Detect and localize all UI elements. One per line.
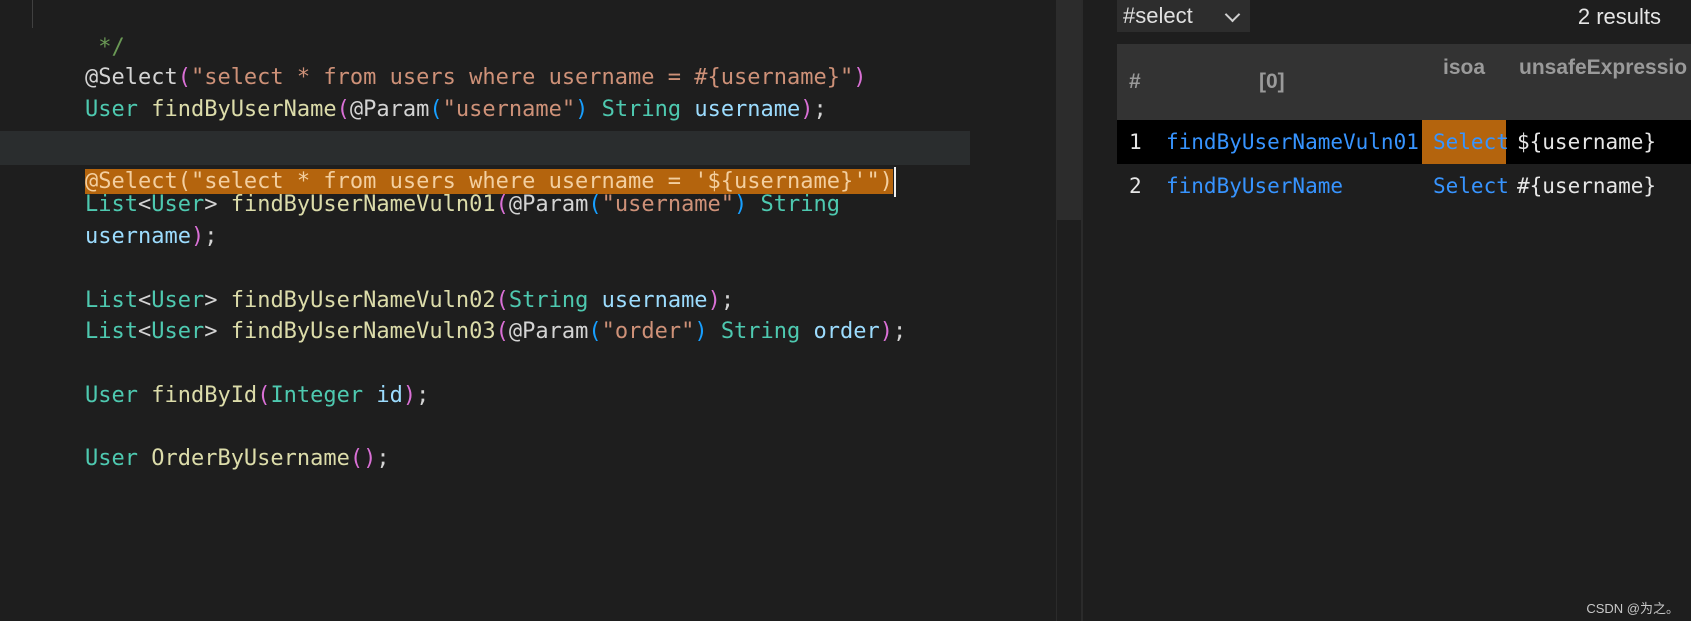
paren: ( xyxy=(429,97,443,122)
semicolon: ; xyxy=(204,224,218,249)
paren: ) xyxy=(879,169,893,194)
result-set-select[interactable]: #select xyxy=(1117,0,1250,32)
results-panel: #select 2 results # [0] isoa unsafeExpre… xyxy=(1083,0,1691,621)
type-name: String xyxy=(760,192,841,217)
method-name: findByUserNameVuln03 xyxy=(230,319,496,344)
column-header-num[interactable]: # xyxy=(1129,70,1141,94)
method-name: findById xyxy=(151,383,258,408)
code-line-1[interactable]: @Select("select * from users where usern… xyxy=(32,27,866,90)
type-name: Integer xyxy=(270,383,364,408)
code-line-4[interactable]: List<User> findByUserNameVuln01(@Param("… xyxy=(32,154,840,217)
paren: ) xyxy=(402,383,417,408)
semicolon: ; xyxy=(416,383,430,408)
annotation: @Param xyxy=(508,319,589,344)
row-number: 1 xyxy=(1129,130,1142,154)
column-header-unsafe-expression[interactable]: unsafeExpressio xyxy=(1519,56,1687,80)
string-literal: "username" xyxy=(442,97,576,122)
parameter-name: id xyxy=(376,383,403,408)
angle-bracket: < xyxy=(137,319,152,344)
paren: ) xyxy=(853,65,867,90)
string-literal: "order" xyxy=(601,319,695,344)
paren: ) xyxy=(694,319,708,344)
type-name: String xyxy=(601,97,682,122)
annotation: @Param xyxy=(508,192,589,217)
parameter-name: username xyxy=(694,97,801,122)
results-table-header: # [0] isoa unsafeExpressio xyxy=(1117,44,1691,120)
watermark: CSDN @为之。 xyxy=(1586,601,1679,616)
editor-scrollbar-thumb[interactable] xyxy=(1056,0,1081,220)
method-name: findByUserNameVuln01 xyxy=(230,192,496,217)
result-link[interactable]: findByUserName xyxy=(1166,166,1343,206)
row-number: 2 xyxy=(1129,174,1142,198)
type-name: String xyxy=(720,319,801,344)
type-name: User xyxy=(84,383,138,408)
result-value: #{username} xyxy=(1517,174,1657,198)
method-name: OrderByUsername xyxy=(151,446,350,471)
paren: ( xyxy=(495,319,509,344)
code-line-8[interactable]: User findById(Integer id); xyxy=(32,345,429,408)
type-name: User xyxy=(84,97,138,122)
string-literal: "username" xyxy=(601,192,735,217)
code-line-2[interactable]: User findByUserName(@Param("username") S… xyxy=(32,59,827,122)
parameter-name: order xyxy=(813,319,880,344)
result-value: ${username} xyxy=(1517,130,1657,154)
paren: ( xyxy=(336,97,350,122)
paren: ( xyxy=(257,383,271,408)
paren: ) xyxy=(879,319,894,344)
chevron-down-icon xyxy=(1224,6,1241,23)
paren: ) xyxy=(800,97,814,122)
results-count: 2 results xyxy=(1577,4,1661,29)
code-editor[interactable]: */ @Select("select * from users where us… xyxy=(0,0,1056,621)
paren: ( xyxy=(495,192,509,217)
type-name: List xyxy=(84,319,138,344)
paren: ( xyxy=(588,192,602,217)
annotation: @Param xyxy=(349,97,430,122)
type-name: User xyxy=(151,319,205,344)
text-cursor xyxy=(893,167,896,197)
result-link[interactable]: findByUserNameVuln01 xyxy=(1166,122,1419,162)
result-link[interactable]: Select xyxy=(1433,166,1509,206)
semicolon: ; xyxy=(893,319,907,344)
column-header-0[interactable]: [0] xyxy=(1259,70,1285,94)
result-set-label: #select xyxy=(1123,3,1193,28)
code-line-7[interactable]: List<User> findByUserNameVuln03(@Param("… xyxy=(32,281,906,344)
result-link[interactable]: Select xyxy=(1433,122,1509,162)
paren: ) xyxy=(575,97,589,122)
angle-bracket: > xyxy=(204,319,218,344)
type-name: User xyxy=(84,446,138,471)
method-name: findByUserName xyxy=(151,97,337,122)
paren: ( xyxy=(588,319,602,344)
paren: ) xyxy=(734,192,748,217)
semicolon: ; xyxy=(376,446,390,471)
paren: ) xyxy=(190,224,205,249)
code-line-6[interactable]: List<User> findByUserNameVuln02(String u… xyxy=(32,250,734,313)
code-line-9[interactable]: User OrderByUsername(); xyxy=(32,408,390,471)
code-line-5[interactable]: username); xyxy=(32,186,217,249)
column-header-isoa[interactable]: isoa xyxy=(1443,56,1485,80)
paren: () xyxy=(349,446,377,471)
parameter-name: username xyxy=(84,224,191,249)
semicolon: ; xyxy=(813,97,827,122)
